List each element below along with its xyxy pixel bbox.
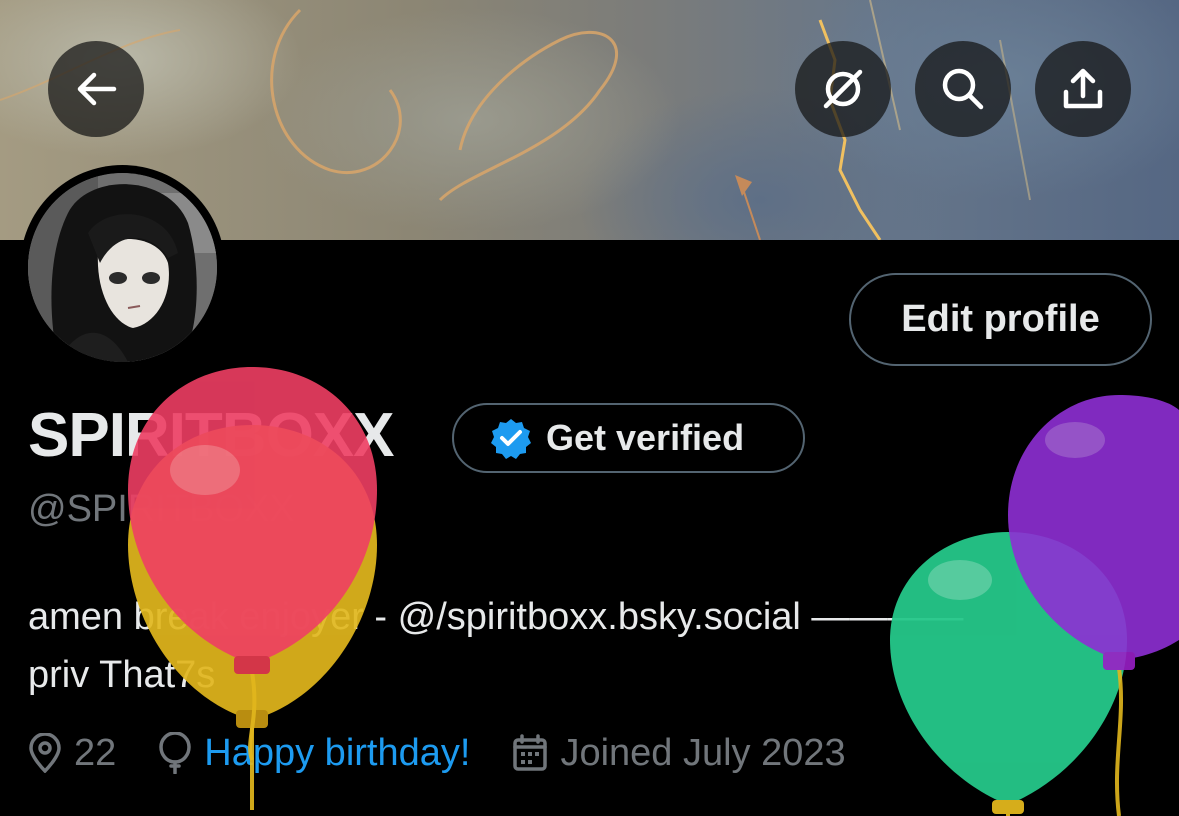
birthday-item[interactable]: Happy birthday! — [158, 732, 470, 775]
search-button[interactable] — [915, 41, 1011, 137]
grok-icon — [823, 69, 863, 109]
get-verified-button[interactable]: Get verified — [452, 403, 805, 473]
profile-handle: @SPIRITBOXX — [28, 488, 295, 530]
share-button[interactable] — [1035, 41, 1131, 137]
balloon-icon — [159, 732, 192, 774]
joined-text: Joined July 2023 — [560, 731, 846, 774]
location-item: 22 — [28, 732, 116, 775]
back-arrow-icon — [77, 72, 117, 106]
location-text: 22 — [74, 731, 117, 774]
search-icon — [942, 68, 984, 110]
verified-badge-icon — [491, 419, 531, 459]
bio-line: priv That7s — [28, 654, 216, 696]
edit-profile-label: Edit profile — [901, 298, 1100, 340]
joined-item: Joined July 2023 — [512, 731, 846, 775]
display-name: SPIRITBOXX — [28, 401, 395, 470]
edit-profile-button[interactable]: Edit profile — [849, 273, 1152, 366]
avatar-image — [28, 173, 217, 362]
profile-bio: amen break enjoyer - @/spiritboxx.bsky.s… — [28, 588, 1128, 704]
profile-meta: 22 Happy birthday! Joined July 2023 — [28, 728, 888, 778]
share-icon — [1063, 68, 1103, 109]
calendar-icon — [513, 734, 548, 771]
birthday-link[interactable]: Happy birthday! — [204, 732, 470, 775]
get-verified-label: Get verified — [546, 417, 745, 458]
bio-line: amen break enjoyer - @/spiritboxx.bsky.s… — [28, 596, 964, 638]
avatar[interactable] — [20, 165, 225, 370]
location-pin-icon — [29, 733, 61, 773]
grok-button[interactable] — [795, 41, 891, 137]
back-button[interactable] — [48, 41, 144, 137]
